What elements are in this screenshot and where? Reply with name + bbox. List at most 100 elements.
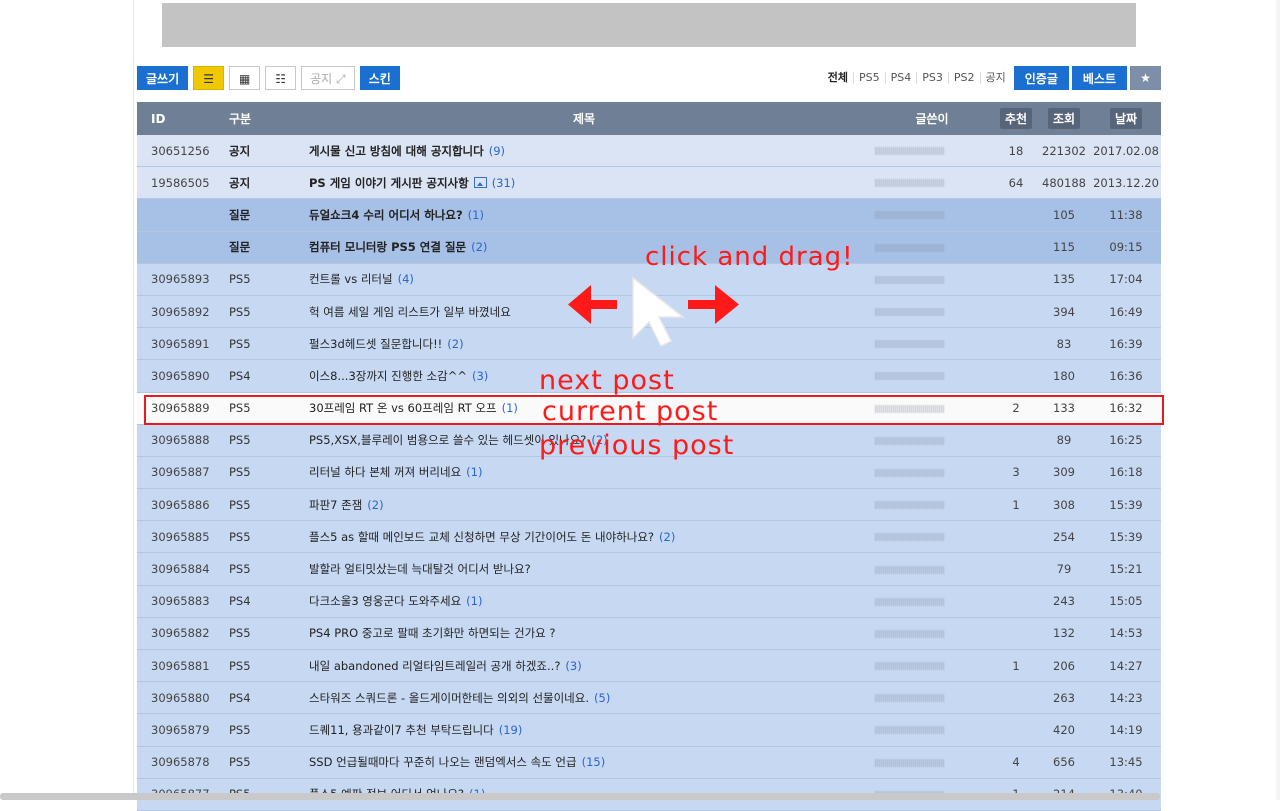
comment-count[interactable]: (1) (466, 594, 482, 608)
post-author[interactable] (869, 746, 995, 779)
post-title-cell[interactable]: 듀얼쇼크4 수리 어디서 하나요? (1) (299, 198, 869, 232)
post-recommend-count: 64 (995, 166, 1037, 200)
grid-view-button[interactable]: ▦ (229, 66, 261, 90)
post-author[interactable] (869, 135, 995, 168)
comment-count[interactable]: (2) (471, 240, 487, 254)
header-views[interactable]: 조회 (1037, 102, 1091, 135)
table-row[interactable]: 30965882 PS5 PS4 PRO 중고로 팔때 초기화만 하면되는 건가요 … (137, 617, 1161, 651)
skin-button[interactable]: 스킨 (359, 66, 400, 90)
post-title-cell[interactable]: 리터널 하다 본체 꺼져 버리네요 (1) (299, 456, 869, 490)
post-author[interactable] (869, 681, 995, 715)
post-title-cell[interactable]: 게시물 신고 방침에 대해 공지합니다 (9) (299, 135, 869, 168)
comment-count[interactable]: (3) (565, 659, 581, 673)
table-row[interactable]: 30651256 공지 게시물 신고 방침에 대해 공지합니다 (9) 18 221302… (137, 135, 1161, 168)
best-button[interactable]: 베스트 (1071, 66, 1127, 90)
post-title-link[interactable]: 컴퓨터 모니터랑 PS5 연결 질문 (309, 240, 466, 254)
detail-view-button[interactable]: ☷ (265, 66, 297, 90)
post-title-cell[interactable]: SSD 언급될때마다 꾸준히 나오는 랜덤엑서스 속도 언급 (15) (299, 746, 869, 779)
post-title-link[interactable]: 플스5 as 할때 메인보드 교체 신청하면 무상 기간이어도 돈 내야하나요? (309, 530, 654, 544)
comment-count[interactable]: (3) (472, 369, 488, 383)
comment-count[interactable]: (2) (367, 498, 383, 512)
post-author[interactable] (869, 585, 995, 618)
table-row[interactable]: 30965881 PS5 내일 abandoned 리얼타임트레일러 공개 하겠죠.… (137, 649, 1161, 683)
post-author[interactable] (869, 617, 995, 651)
post-author[interactable] (869, 359, 995, 393)
post-title-link[interactable]: 파판7 존잼 (309, 498, 362, 512)
header-id[interactable]: ID (137, 102, 219, 135)
comment-count[interactable]: (4) (398, 272, 414, 286)
comment-count[interactable]: (1) (466, 465, 482, 479)
post-title-cell[interactable]: 플스5 as 할때 메인보드 교체 신청하면 무상 기간이어도 돈 내야하나요?… (299, 520, 869, 554)
post-author[interactable] (869, 552, 995, 586)
comment-count[interactable]: (1) (468, 208, 484, 222)
post-author[interactable] (869, 166, 995, 200)
post-title-cell[interactable]: 파판7 존잼 (2) (299, 488, 869, 522)
post-title-cell[interactable]: 다크소울3 영웅군다 도와주세요 (1) (299, 585, 869, 618)
post-title-link[interactable]: 이스8...3장까지 진행한 소감^^ (309, 369, 467, 383)
table-row[interactable]: 30965878 PS5 SSD 언급될때마다 꾸준히 나오는 랜덤엑서스 속도 언… (137, 746, 1161, 779)
table-row[interactable]: 질문 듀얼쇼크4 수리 어디서 하나요? (1) 105 11:38 (137, 198, 1161, 232)
table-row[interactable]: 30965879 PS5 드퀘11, 용과같이7 추천 부탁드립니다 (19) 420 1… (137, 713, 1161, 747)
filter-ps2[interactable]: PS2 (949, 72, 981, 84)
header-recommend[interactable]: 추천 (995, 102, 1037, 135)
post-author[interactable] (869, 488, 995, 522)
filter-ps5[interactable]: PS5 (854, 72, 886, 84)
post-author[interactable] (869, 520, 995, 554)
comment-count[interactable]: (5) (594, 691, 610, 705)
post-author[interactable] (869, 649, 995, 683)
write-button[interactable]: 글쓰기 (137, 66, 189, 90)
post-title-link[interactable]: 다크소울3 영웅군다 도와주세요 (309, 594, 461, 608)
post-author[interactable] (869, 456, 995, 490)
post-title-link[interactable]: 컨트롤 vs 리터널 (309, 272, 393, 286)
comment-count[interactable]: (9) (489, 144, 505, 158)
post-title-cell[interactable]: PS4 PRO 중고로 팔때 초기화만 하면되는 건가요 ? (299, 617, 869, 651)
table-row[interactable]: 19586505 공지 PS 게임 이야기 게시판 공지사항 (31) 64 480188… (137, 166, 1161, 200)
post-title-link[interactable]: 발할라 얼티밋샀는데 늑대탈것 어디서 받나요? (309, 562, 531, 576)
post-title-cell[interactable]: 발할라 얼티밋샀는데 늑대탈것 어디서 받나요? (299, 552, 869, 586)
certified-button[interactable]: 인증글 (1013, 66, 1069, 90)
post-author[interactable] (869, 713, 995, 747)
comment-count[interactable]: (31) (492, 176, 516, 190)
header-date[interactable]: 날짜 (1091, 102, 1161, 135)
post-author[interactable] (869, 198, 995, 232)
post-author[interactable] (869, 295, 995, 329)
post-title-cell[interactable]: 스타워즈 스쿼드론 - 올드게이머한테는 의외의 선물이네요. (5) (299, 681, 869, 715)
filter-ps3[interactable]: PS3 (917, 72, 949, 84)
post-title-link[interactable]: PS 게임 이야기 게시판 공지사항 (309, 176, 469, 190)
horizontal-scrollbar[interactable] (0, 793, 1160, 800)
table-row[interactable]: 30965886 PS5 파판7 존잼 (2) 1 308 15:39 (137, 488, 1161, 522)
favorite-button[interactable]: ★ (1130, 66, 1161, 90)
filter-notice[interactable]: 공지 (981, 72, 1011, 84)
list-view-button[interactable]: ☰ (193, 66, 225, 90)
post-title-cell[interactable]: PS 게임 이야기 게시판 공지사항 (31) (299, 166, 869, 200)
post-author[interactable] (869, 231, 995, 264)
post-title-link[interactable]: 드퀘11, 용과같이7 추천 부탁드립니다 (309, 723, 494, 737)
notice-toggle-button[interactable]: 공지 ⤢ (301, 66, 355, 90)
table-row[interactable]: 30965884 PS5 발할라 얼티밋샀는데 늑대탈것 어디서 받나요? 79 15:… (137, 552, 1161, 586)
post-title-cell[interactable]: 내일 abandoned 리얼타임트레일러 공개 하겠죠..? (3) (299, 649, 869, 683)
filter-all[interactable]: 전체 (823, 72, 854, 84)
post-title-link[interactable]: 내일 abandoned 리얼타임트레일러 공개 하겠죠..? (309, 659, 560, 673)
post-title-link[interactable]: SSD 언급될때마다 꾸준히 나오는 랜덤엑서스 속도 언급 (309, 755, 577, 769)
comment-count[interactable]: (15) (582, 755, 606, 769)
post-title-cell[interactable]: 드퀘11, 용과같이7 추천 부탁드립니다 (19) (299, 713, 869, 747)
post-author[interactable] (869, 327, 995, 361)
post-title-link[interactable]: 게시물 신고 방침에 대해 공지합니다 (309, 144, 484, 158)
post-title-link[interactable]: 리터널 하다 본체 꺼져 버리네요 (309, 465, 461, 479)
post-title-link[interactable]: 펄스3d헤드셋 질문합니다!! (309, 337, 442, 351)
table-row[interactable]: 30965883 PS4 다크소울3 영웅군다 도와주세요 (1) 243 15:05 (137, 585, 1161, 618)
post-title-link[interactable]: 듀얼쇼크4 수리 어디서 하나요? (309, 208, 463, 222)
comment-count[interactable]: (19) (499, 723, 523, 737)
comment-count[interactable]: (2) (447, 337, 463, 351)
post-title-link[interactable]: 스타워즈 스쿼드론 - 올드게이머한테는 의외의 선물이네요. (309, 691, 589, 705)
filter-ps4[interactable]: PS4 (886, 72, 918, 84)
table-row[interactable]: 30965887 PS5 리터널 하다 본체 꺼져 버리네요 (1) 3 309 16:18 (137, 456, 1161, 490)
comment-count[interactable]: (2) (659, 530, 675, 544)
table-row[interactable]: 30965885 PS5 플스5 as 할때 메인보드 교체 신청하면 무상 기간이… (137, 520, 1161, 554)
table-row[interactable]: 30965880 PS4 스타워즈 스쿼드론 - 올드게이머한테는 의외의 선물이네… (137, 681, 1161, 715)
post-author[interactable] (869, 424, 995, 457)
blurred-author-name (875, 629, 945, 638)
post-title-link[interactable]: 헉 여름 세일 게임 리스트가 일부 바꼈네요 (309, 305, 511, 319)
post-title-link[interactable]: PS4 PRO 중고로 팔때 초기화만 하면되는 건가요 ? (309, 626, 556, 640)
post-author[interactable] (869, 263, 995, 296)
